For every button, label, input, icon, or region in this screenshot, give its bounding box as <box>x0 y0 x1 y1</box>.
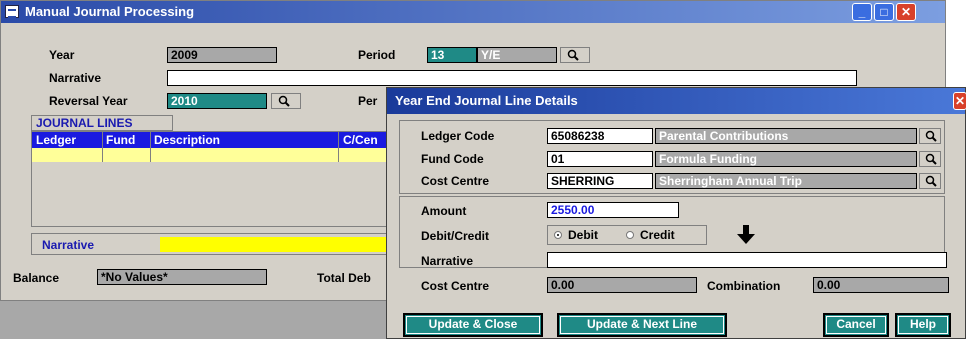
grid-header: Ledger Fund Description C/Cen <box>32 132 390 148</box>
debit-credit-group: Debit Credit <box>547 225 707 245</box>
update-close-button[interactable]: Update & Close <box>403 313 543 337</box>
year-label: Year <box>49 48 75 62</box>
ledger-code-label: Ledger Code <box>421 129 495 143</box>
cost-centre-total-label: Cost Centre <box>421 279 490 293</box>
reversal-year-search-icon[interactable] <box>271 93 301 109</box>
cost-centre-input[interactable]: SHERRING <box>547 173 653 189</box>
fund-code-label: Fund Code <box>421 152 484 166</box>
period-search-icon[interactable] <box>560 47 590 63</box>
combination-label: Combination <box>707 279 781 293</box>
grid-header-description[interactable]: Description <box>154 133 220 147</box>
journal-lines-grid[interactable]: Ledger Fund Description C/Cen <box>31 131 391 227</box>
tab-journal-lines[interactable]: JOURNAL LINES <box>31 115 173 131</box>
period-name-field: Y/E <box>477 47 557 63</box>
ledger-code-input[interactable]: 65086238 <box>547 128 653 144</box>
cost-centre-search-icon[interactable] <box>919 173 941 189</box>
table-row[interactable] <box>32 148 390 162</box>
period-number-field[interactable]: 13 <box>427 47 477 63</box>
fund-code-input[interactable]: 01 <box>547 151 653 167</box>
main-title-bar[interactable]: Manual Journal Processing _ □ ✕ <box>1 1 945 23</box>
dialog-narrative-input[interactable] <box>547 252 947 268</box>
dialog-title-bar[interactable]: Year End Journal Line Details ✕ <box>387 88 966 114</box>
help-button[interactable]: Help <box>895 313 951 337</box>
total-debit-label: Total Deb <box>317 271 371 285</box>
amount-input[interactable]: 2550.00 <box>547 202 679 218</box>
line-narrative-label: Narrative <box>42 238 95 252</box>
arrow-down-icon <box>737 225 755 248</box>
fund-code-description: Formula Funding <box>655 151 917 167</box>
minimize-icon[interactable]: _ <box>852 3 872 21</box>
grid-header-cost-centre[interactable]: C/Cen <box>343 133 378 147</box>
grid-header-ledger[interactable]: Ledger <box>36 133 76 147</box>
line-narrative-panel: Narrative <box>31 233 391 255</box>
balance-field: *No Values* <box>97 269 267 285</box>
dialog-close-icon[interactable]: ✕ <box>953 92 966 110</box>
reversal-year-label: Reversal Year <box>49 94 128 108</box>
update-next-line-button[interactable]: Update & Next Line <box>557 313 727 337</box>
cost-centre-description: Sherringham Annual Trip <box>655 173 917 189</box>
fund-search-icon[interactable] <box>919 151 941 167</box>
credit-radio[interactable] <box>626 231 634 239</box>
reversal-year-field[interactable]: 2010 <box>167 93 267 109</box>
maximize-icon[interactable]: □ <box>874 3 894 21</box>
ledger-search-icon[interactable] <box>919 128 941 144</box>
combination-field: 0.00 <box>813 277 949 293</box>
dialog-narrative-label: Narrative <box>421 254 474 268</box>
grid-divider <box>150 132 151 162</box>
cost-centre-label: Cost Centre <box>421 174 490 188</box>
grid-divider <box>338 132 339 162</box>
cost-centre-total-field: 0.00 <box>547 277 697 293</box>
status-area <box>0 301 386 339</box>
year-field[interactable]: 2009 <box>167 47 277 63</box>
debit-credit-label: Debit/Credit <box>421 229 490 243</box>
close-icon[interactable]: ✕ <box>896 3 916 21</box>
ledger-code-description: Parental Contributions <box>655 128 917 144</box>
narrative-label: Narrative <box>49 71 102 85</box>
year-end-journal-line-dialog: Year End Journal Line Details ✕ Ledger C… <box>386 87 966 339</box>
period-label: Period <box>358 48 396 62</box>
amount-label: Amount <box>421 204 467 218</box>
cancel-button[interactable]: Cancel <box>823 313 889 337</box>
balance-label: Balance <box>13 271 60 285</box>
narrative-input[interactable] <box>167 70 857 86</box>
app-icon <box>5 5 19 18</box>
grid-header-fund[interactable]: Fund <box>106 133 135 147</box>
debit-radio[interactable] <box>554 231 562 239</box>
dialog-title: Year End Journal Line Details <box>395 93 578 108</box>
debit-option-label[interactable]: Debit <box>568 228 598 242</box>
grid-divider <box>102 132 103 162</box>
main-window-title: Manual Journal Processing <box>25 4 195 19</box>
credit-option-label[interactable]: Credit <box>640 228 675 242</box>
reversal-period-label: Per <box>358 94 378 108</box>
line-narrative-input[interactable] <box>160 237 390 252</box>
